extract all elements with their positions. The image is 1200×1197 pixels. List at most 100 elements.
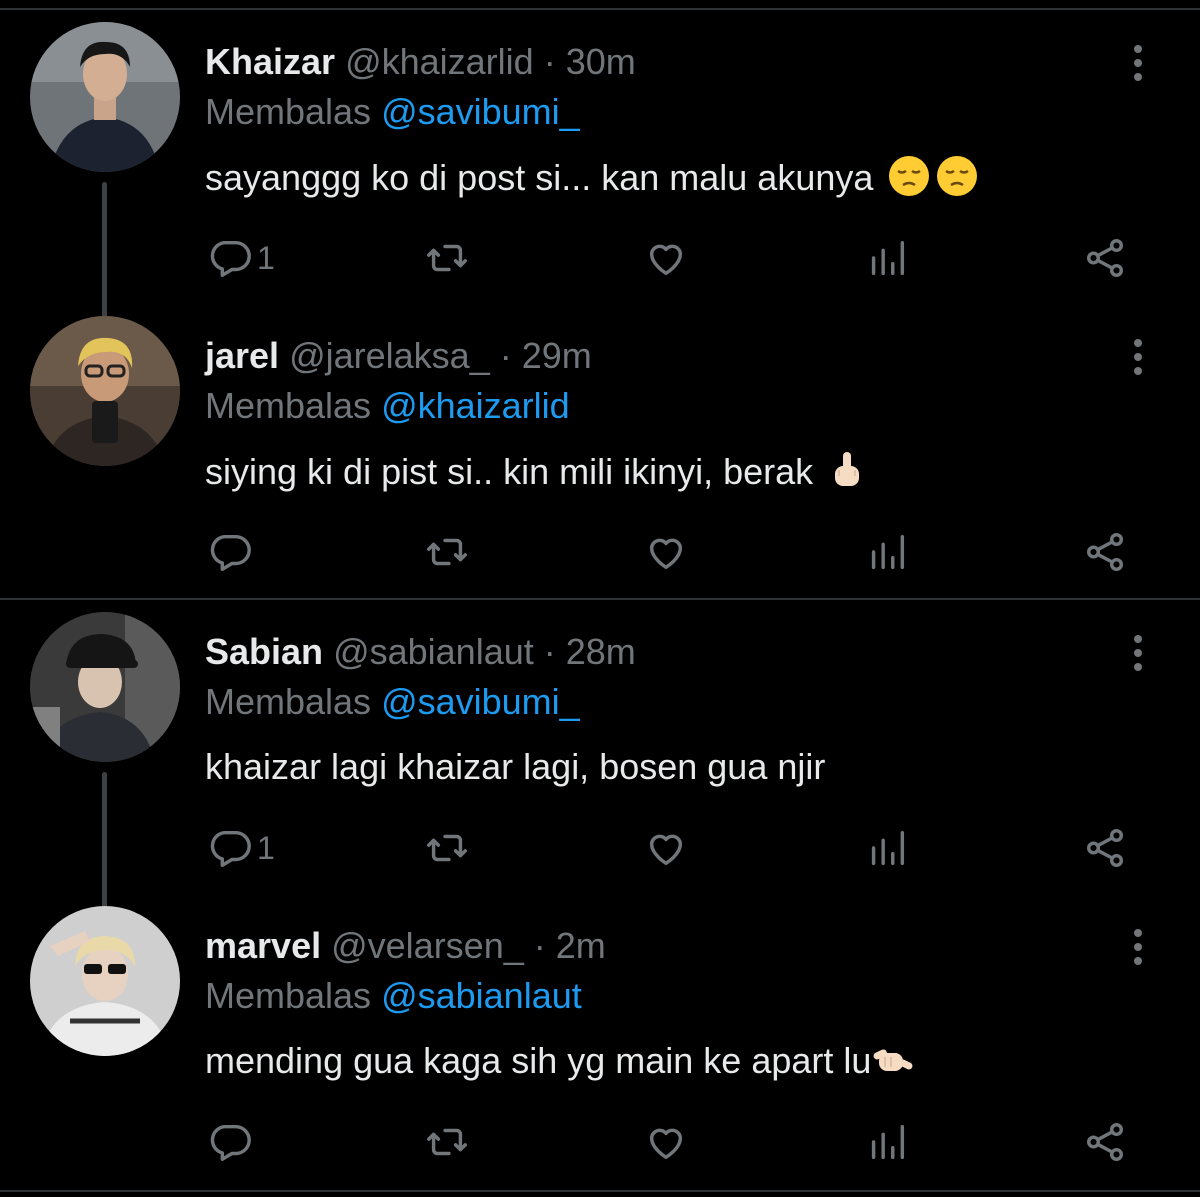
replying-to-label: Membalas <box>205 385 372 426</box>
like-button[interactable] <box>643 818 689 878</box>
analytics-button[interactable] <box>864 818 910 878</box>
share-button[interactable] <box>1082 522 1128 582</box>
tweet-text-content: siying ki di pist si.. kin mili ikinyi, … <box>205 451 814 492</box>
mention-link[interactable]: @khaizarlid <box>381 385 570 426</box>
tweet-text-content: mending gua kaga sih yg main ke apart lu <box>205 1040 872 1081</box>
timestamp[interactable]: 29m <box>522 335 592 376</box>
display-name[interactable]: Sabian <box>205 631 323 672</box>
reply-icon <box>210 830 251 867</box>
retweet-button[interactable] <box>424 818 470 878</box>
display-name[interactable]: marvel <box>205 925 321 966</box>
timestamp[interactable]: 2m <box>556 925 606 966</box>
reply-button[interactable] <box>207 1112 257 1172</box>
tweet-actions: 1 <box>0 818 1200 878</box>
like-icon <box>649 538 683 570</box>
more-icon[interactable] <box>1118 38 1158 88</box>
share-icon <box>1086 239 1124 277</box>
avatar[interactable] <box>30 612 180 762</box>
avatar-image <box>30 906 180 1056</box>
reply-icon <box>210 240 251 277</box>
retweet-button[interactable] <box>424 522 470 582</box>
tweet[interactable]: jarel @jarelaksa_ · 29m Membalas @khaiza… <box>0 294 1200 584</box>
tweet-text: siying ki di pist si.. kin mili ikinyi, … <box>205 448 867 503</box>
tweet-header: marvel @velarsen_ · 2m <box>205 924 606 968</box>
analytics-icon <box>871 240 905 276</box>
user-handle[interactable]: @velarsen_ <box>331 925 524 966</box>
middle-finger-emoji <box>827 448 867 503</box>
share-icon <box>1086 533 1124 571</box>
retweet-button[interactable] <box>424 1112 470 1172</box>
retweet-icon <box>427 834 467 862</box>
analytics-icon <box>871 1124 905 1160</box>
bottom-divider <box>0 1190 1200 1192</box>
reply-button[interactable]: 1 <box>207 818 275 878</box>
retweet-icon <box>427 1128 467 1156</box>
more-icon[interactable] <box>1118 628 1158 678</box>
like-icon <box>649 244 683 276</box>
separator-dot: · <box>533 925 546 966</box>
analytics-button[interactable] <box>864 1112 910 1172</box>
timestamp[interactable]: 30m <box>566 41 636 82</box>
replying-to-label: Membalas <box>205 681 372 722</box>
analytics-button[interactable] <box>864 522 910 582</box>
reply-button[interactable]: 1 <box>207 228 275 288</box>
tweet-actions <box>0 522 1200 582</box>
retweet-icon <box>427 244 467 272</box>
separator-dot: · <box>499 335 512 376</box>
tweet-header: jarel @jarelaksa_ · 29m <box>205 334 592 378</box>
share-button[interactable] <box>1082 1112 1128 1172</box>
avatar[interactable] <box>30 316 180 466</box>
reply-count: 1 <box>257 829 275 866</box>
like-icon <box>649 834 683 866</box>
tweet-text: khaizar lagi khaizar lagi, bosen gua nji… <box>205 744 825 790</box>
replying-to: Membalas @savibumi_ <box>205 90 580 134</box>
separator-dot: · <box>543 631 556 672</box>
user-handle[interactable]: @sabianlaut <box>333 631 534 672</box>
replying-to-label: Membalas <box>205 975 372 1016</box>
pensive-face-emoji <box>887 154 931 209</box>
retweet-icon <box>427 538 467 566</box>
display-name[interactable]: jarel <box>205 335 279 376</box>
tweet-text: mending gua kaga sih yg main ke apart lu <box>205 1038 915 1092</box>
separator-dot: · <box>543 41 556 82</box>
analytics-button[interactable] <box>864 228 910 288</box>
like-button[interactable] <box>643 522 689 582</box>
display-name[interactable]: Khaizar <box>205 41 335 82</box>
pensive-face-emoji <box>935 154 979 209</box>
reply-icon <box>210 1124 251 1161</box>
replying-to-label: Membalas <box>205 91 372 132</box>
share-icon <box>1086 1123 1124 1161</box>
avatar-image <box>30 316 180 466</box>
avatar-image <box>30 612 180 762</box>
replying-to: Membalas @savibumi_ <box>205 680 580 724</box>
share-button[interactable] <box>1082 228 1128 288</box>
call-me-hand-emoji <box>871 1041 915 1092</box>
user-handle[interactable]: @jarelaksa_ <box>289 335 490 376</box>
mention-link[interactable]: @savibumi_ <box>381 681 580 722</box>
user-handle[interactable]: @khaizarlid <box>345 41 534 82</box>
avatar[interactable] <box>30 22 180 172</box>
tweet-actions <box>0 1112 1200 1172</box>
more-icon[interactable] <box>1118 332 1158 382</box>
mention-link[interactable]: @savibumi_ <box>381 91 580 132</box>
tweet-text-content: khaizar lagi khaizar lagi, bosen gua nji… <box>205 746 826 787</box>
tweet[interactable]: Sabian @sabianlaut · 28m Membalas @savib… <box>0 590 1200 912</box>
like-button[interactable] <box>643 228 689 288</box>
avatar[interactable] <box>30 906 180 1056</box>
mention-link[interactable]: @sabianlaut <box>381 975 582 1016</box>
more-icon[interactable] <box>1118 922 1158 972</box>
reply-icon <box>210 534 251 571</box>
tweet[interactable]: Khaizar @khaizarlid · 30m Membalas @savi… <box>0 0 1200 322</box>
tweet-text: sayanggg ko di post si... kan malu akuny… <box>205 154 979 209</box>
timestamp[interactable]: 28m <box>566 631 636 672</box>
tweet-header: Khaizar @khaizarlid · 30m <box>205 40 636 84</box>
analytics-icon <box>871 534 905 570</box>
share-button[interactable] <box>1082 818 1128 878</box>
tweet[interactable]: marvel @velarsen_ · 2m Membalas @sabianl… <box>0 884 1200 1174</box>
reply-button[interactable] <box>207 522 257 582</box>
share-icon <box>1086 829 1124 867</box>
like-icon <box>649 1128 683 1160</box>
like-button[interactable] <box>643 1112 689 1172</box>
tweet-text-content: sayanggg ko di post si... kan malu akuny… <box>205 157 874 198</box>
retweet-button[interactable] <box>424 228 470 288</box>
